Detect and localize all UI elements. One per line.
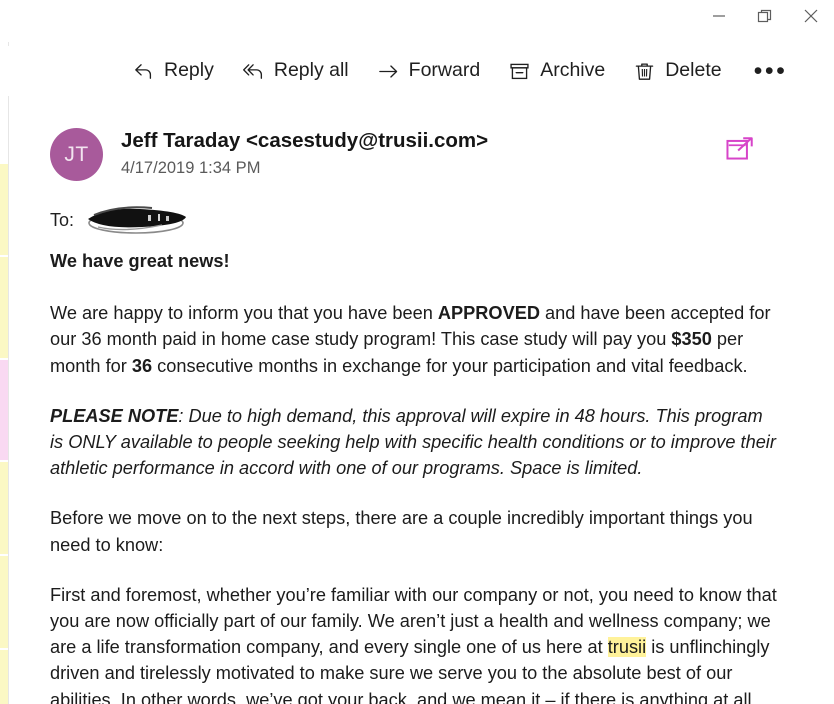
restore-window-icon (757, 9, 772, 23)
reply-label: Reply (164, 59, 214, 82)
close-button[interactable] (788, 0, 834, 32)
body-paragraph-note: PLEASE NOTE: Due to high demand, this ap… (50, 403, 780, 482)
minimize-button[interactable] (696, 0, 742, 32)
email-reading-window: trusii paid case study program Reply Rep… (0, 0, 834, 704)
sender-name[interactable]: Jeff Taraday <casestudy@trusii.com> (121, 129, 488, 153)
archive-box-icon (508, 60, 531, 83)
reply-all-label: Reply all (273, 59, 349, 82)
avatar[interactable]: JT (50, 128, 103, 181)
forward-button[interactable]: Forward (373, 56, 491, 87)
forward-arrow-icon (377, 60, 400, 83)
reply-arrow-icon (132, 60, 155, 83)
message-body: We have great news! We are happy to info… (50, 248, 780, 704)
redacted-recipient (78, 201, 198, 239)
to-label: To: (50, 209, 75, 230)
body-paragraph-1: We are happy to inform you that you have… (50, 300, 780, 379)
body-paragraph-4: First and foremost, whether you’re famil… (50, 582, 780, 704)
recipient-row: To: (50, 200, 198, 240)
more-ellipsis-icon: ••• (753, 56, 788, 85)
forward-label: Forward (408, 59, 481, 82)
title-bar (0, 0, 834, 42)
more-actions-button[interactable]: ••• (746, 56, 796, 85)
minimize-icon (713, 15, 725, 17)
reply-all-button[interactable]: Reply all (238, 56, 359, 87)
archive-button[interactable]: Archive (504, 56, 615, 87)
para1-price: $350 (671, 329, 712, 350)
body-heading: We have great news! (50, 251, 230, 271)
message-timestamp: 4/17/2019 1:34 PM (121, 159, 261, 177)
strip-segment-yellow-5 (0, 650, 8, 704)
avatar-initials: JT (64, 142, 89, 166)
strip-segment-yellow-2 (0, 257, 8, 358)
archive-label: Archive (540, 59, 606, 82)
reply-button[interactable]: Reply (128, 56, 224, 87)
close-icon (804, 9, 818, 23)
para1-part-d: consecutive months in exchange for your … (152, 355, 748, 376)
reply-all-arrow-icon (242, 60, 265, 83)
delete-button[interactable]: Delete (629, 56, 731, 87)
sender-header: JT Jeff Taraday <casestudy@trusii.com> 4… (50, 126, 814, 188)
please-note-label: PLEASE NOTE (50, 405, 179, 426)
trusii-highlight: trusii (607, 637, 647, 658)
strip-segment-yellow-3 (0, 462, 8, 554)
restore-button[interactable] (742, 0, 788, 32)
strip-segment-yellow-1 (0, 164, 8, 255)
strip-segment-yellow-4 (0, 556, 8, 648)
para1-months: 36 (131, 355, 153, 376)
pop-out-window-button[interactable] (724, 134, 756, 166)
trash-can-icon (633, 60, 656, 83)
body-paragraph-3: Before we move on to the next steps, the… (50, 508, 753, 555)
pop-out-window-icon (726, 137, 753, 160)
para1-part-a: We are happy to inform you that you have… (50, 303, 438, 324)
strip-segment-pink (0, 360, 8, 460)
message-command-toolbar: Reply Reply all Forward Archive Delete •… (0, 46, 834, 96)
delete-label: Delete (665, 59, 722, 82)
para1-approved: APPROVED (437, 303, 540, 324)
